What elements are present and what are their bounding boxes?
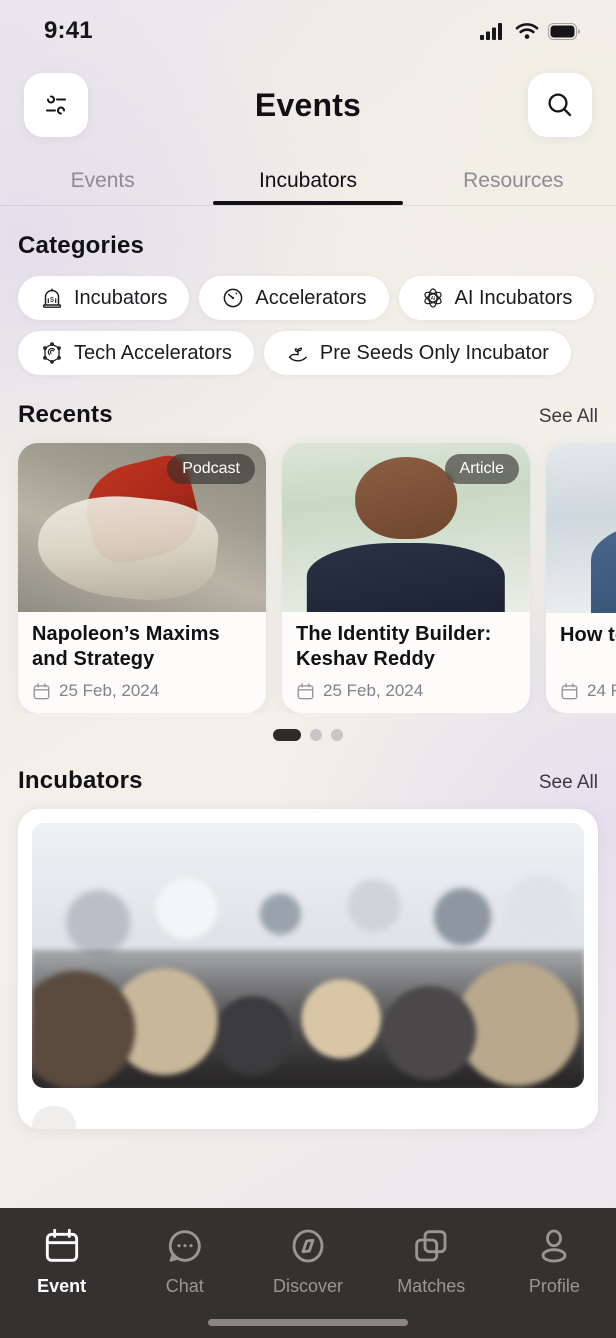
status-icons: [480, 22, 580, 40]
tab-label: Events: [70, 169, 135, 192]
chip-label: AI Incubators: [454, 286, 573, 309]
nav-label: Discover: [273, 1276, 344, 1296]
copy-stack-icon: [415, 1230, 447, 1262]
recents-card-date-text: 24 Feb, 2024: [587, 681, 616, 700]
sliders-settings-icon: [45, 95, 67, 115]
cellular-signal-icon: [480, 23, 502, 40]
recents-card[interactable]: Article The Identity Builder: Keshav Red…: [282, 443, 530, 713]
recents-card[interactable]: Podcast Napoleon’s Maxims and Strategy 2…: [18, 443, 266, 713]
tab-events[interactable]: Events: [0, 148, 205, 205]
battery-full-icon: [548, 22, 580, 40]
category-chip-pre-seeds-only-incubator[interactable]: Pre Seeds Only Incubator: [263, 331, 571, 375]
section-title-recents: Recents: [18, 401, 113, 428]
incubators-see-all-link[interactable]: See All: [539, 772, 598, 794]
recents-card-image: [546, 443, 616, 613]
recents-card-badge: Article: [444, 454, 519, 484]
calendar-icon: [561, 682, 578, 699]
recents-card-title: How to Startup: [560, 624, 616, 646]
categories-header: Categories: [0, 232, 616, 260]
calendar-icon: [45, 1228, 78, 1262]
nav-label: Event: [37, 1276, 87, 1296]
carousel-pagination-dots: [0, 729, 616, 741]
bottom-navigation-bar: Event Chat Discover Matches Profile: [0, 1208, 616, 1338]
incubator-dome-icon: $: [42, 288, 62, 308]
incubators-header: Incubators See All: [0, 767, 616, 795]
recents-card-date: 24 Feb, 2024: [546, 673, 616, 713]
recents-carousel[interactable]: Podcast Napoleon’s Maxims and Strategy 2…: [0, 429, 616, 713]
recents-header: Recents See All: [0, 401, 616, 429]
chip-label: Pre Seeds Only Incubator: [319, 341, 549, 364]
chip-label: Accelerators: [255, 286, 367, 309]
recents-card-date: 25 Feb, 2024: [282, 673, 530, 713]
svg-text:$: $: [50, 297, 54, 304]
app-header: Events: [0, 62, 616, 148]
chip-label: Incubators: [74, 286, 168, 309]
recents-card[interactable]: How to Startup 24 Feb, 2024: [546, 443, 616, 713]
carousel-dot-active[interactable]: [273, 729, 301, 741]
section-title-incubators: Incubators: [18, 767, 143, 794]
search-icon: [548, 93, 572, 117]
page-title: Events: [254, 86, 362, 123]
recents-card-body: How to Startup: [546, 613, 616, 673]
recents-card-image: Podcast: [18, 443, 266, 612]
category-chip-ai-incubators[interactable]: AI AI Incubators: [398, 276, 595, 320]
category-chip-incubators[interactable]: $ Incubators: [18, 276, 190, 320]
tab-label: Incubators: [258, 169, 358, 192]
search-button[interactable]: [527, 73, 592, 137]
status-time: 9:41: [44, 17, 93, 44]
incubator-card[interactable]: [18, 809, 598, 1129]
businessman-photo-art: [546, 443, 616, 613]
nav-item-event[interactable]: Event: [0, 1226, 123, 1297]
recents-card-date: 25 Feb, 2024: [18, 673, 266, 713]
carousel-dot[interactable]: [331, 729, 343, 741]
seedling-hand-icon: [288, 347, 307, 362]
chip-label: Tech Accelerators: [74, 341, 232, 364]
home-indicator: [208, 1319, 408, 1326]
ai-atom-icon: AI: [423, 288, 442, 308]
section-title-categories: Categories: [18, 232, 145, 259]
nav-item-matches[interactable]: Matches: [370, 1226, 493, 1297]
speedometer-icon: [224, 288, 243, 308]
wifi-icon: [515, 23, 539, 39]
recents-card-title: The Identity Builder: Keshav Reddy: [296, 622, 492, 671]
calendar-icon: [297, 682, 314, 699]
compass-icon: [292, 1229, 324, 1263]
tab-bar: Events Incubators Resources: [0, 148, 616, 206]
nav-item-chat[interactable]: Chat: [123, 1226, 246, 1297]
nav-label: Matches: [397, 1276, 466, 1296]
user-icon: [541, 1229, 567, 1263]
status-bar: 9:41: [0, 0, 616, 62]
chat-bubble-icon: [168, 1230, 201, 1262]
tech-hexagon-network-icon: [43, 342, 61, 364]
nav-label: Profile: [528, 1276, 580, 1296]
calendar-icon: [33, 682, 50, 699]
recents-card-title: Napoleon’s Maxims and Strategy: [32, 622, 220, 671]
recents-card-body: The Identity Builder: Keshav Reddy: [282, 612, 530, 673]
svg-text:AI: AI: [430, 296, 435, 302]
recents-card-image: Article: [282, 443, 530, 612]
recents-card-date-text: 25 Feb, 2024: [59, 681, 160, 700]
nav-item-discover[interactable]: Discover: [246, 1226, 369, 1297]
recents-card-badge: Podcast: [167, 454, 255, 484]
recents-card-body: Napoleon’s Maxims and Strategy: [18, 612, 266, 673]
category-chip-accelerators[interactable]: Accelerators: [199, 276, 389, 320]
tab-resources[interactable]: Resources: [411, 148, 616, 205]
recents-see-all-link[interactable]: See All: [539, 406, 598, 428]
category-chip-tech-accelerators[interactable]: Tech Accelerators: [18, 331, 254, 375]
nav-label: Chat: [165, 1276, 204, 1296]
nav-item-profile[interactable]: Profile: [493, 1226, 616, 1297]
incubator-card-image: [32, 823, 584, 1088]
tab-label: Resources: [463, 169, 564, 192]
tab-incubators[interactable]: Incubators: [205, 148, 410, 205]
incubator-card-tag[interactable]: [32, 1106, 76, 1129]
category-chip-list: $ Incubators Accelerators AI AI Incubato…: [0, 260, 616, 375]
carousel-dot[interactable]: [310, 729, 322, 741]
recents-card-date-text: 25 Feb, 2024: [323, 681, 424, 700]
sliders-settings-button[interactable]: [24, 73, 88, 137]
